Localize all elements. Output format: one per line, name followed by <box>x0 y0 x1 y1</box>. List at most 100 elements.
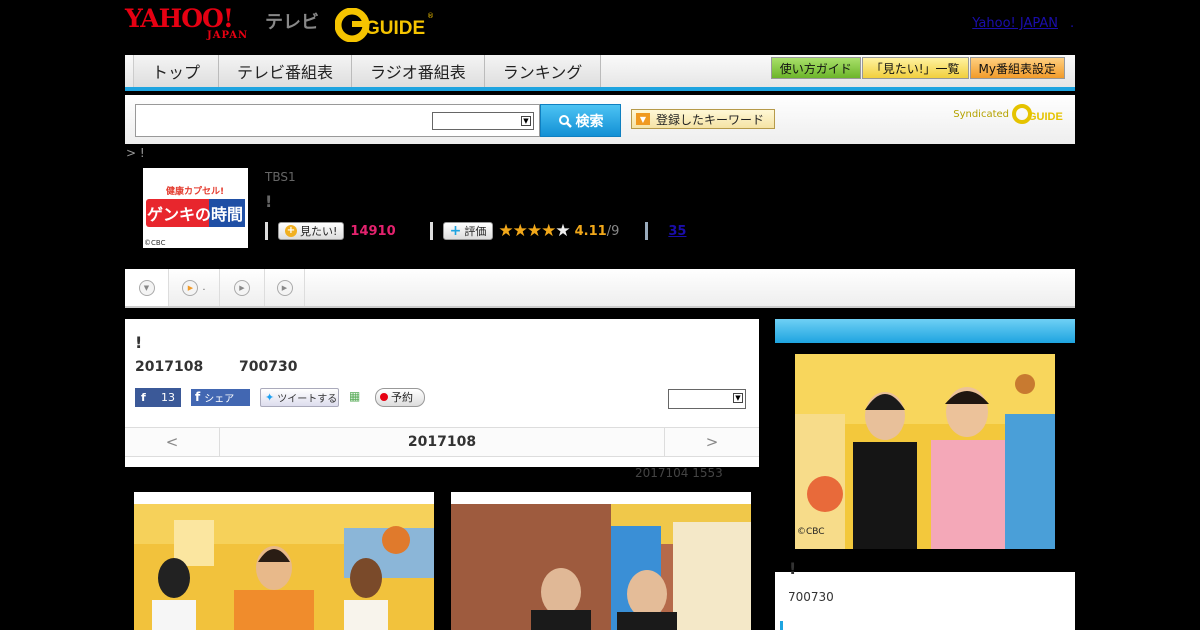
sidebar-photo-image: ©CBC <box>795 354 1055 549</box>
breadcrumb: > ! <box>126 146 145 160</box>
program-channel: TBS1 <box>265 170 296 184</box>
my-schedule-settings-button[interactable]: My番組表設定 <box>969 57 1065 79</box>
link-suffix: . <box>1070 16 1075 31</box>
episode-date: 2017108 <box>135 359 204 375</box>
previous-date-button[interactable]: < <box>125 428 220 456</box>
divider <box>429 222 433 240</box>
current-date-label: 2017108 <box>407 434 477 450</box>
nav-tab-top[interactable]: トップ <box>134 55 220 87</box>
yahoo-japan-label: JAPAN <box>207 30 249 41</box>
update-timestamp: 2017104 1553 <box>635 466 723 480</box>
facebook-share-button[interactable]: f シェア <box>191 388 250 406</box>
record-dot-icon <box>380 393 388 401</box>
facebook-icon: f <box>195 390 201 404</box>
subtab-second[interactable]: ▶ . <box>169 269 220 306</box>
star-empty-icon: ★ <box>555 221 570 241</box>
sidebar-photo[interactable]: ©CBC <box>795 354 1055 549</box>
sidebar-program-time: 700730 <box>788 590 834 604</box>
nav-tab-tv-schedule[interactable]: テレビ番組表 <box>219 55 353 87</box>
gguide-small-logo-text: GUIDE <box>1028 111 1063 123</box>
sidebar: ©CBC ! 700730 <box>775 319 1075 630</box>
search-bar: ▼ 検索 ▼ 登録したキーワード Syndicated GUIDE <box>125 95 1075 144</box>
plus-icon: + <box>285 225 297 237</box>
registered-keyword-button[interactable]: ▼ 登録したキーワード <box>631 109 775 129</box>
reserve-label: 予約 <box>391 391 413 404</box>
star-filled-icon: ★ <box>541 221 556 241</box>
gguide-logo-text: GUIDE <box>365 18 425 39</box>
rate-button[interactable]: + 評価 <box>442 222 494 240</box>
want-to-watch-label: 見たい! <box>300 225 338 238</box>
sidebar-header <box>775 319 1075 343</box>
sidebar-photo-frame: ©CBC <box>775 343 1075 572</box>
facebook-count-button[interactable]: f 13 <box>135 387 181 407</box>
search-button[interactable]: 検索 <box>540 104 621 137</box>
program-thumbnail: 健康カプセル! ゲンキの時間 ©CBC <box>143 168 248 248</box>
guide-button[interactable]: 使い方ガイド <box>770 57 861 79</box>
thumb-title: ゲンキの時間 <box>147 205 243 224</box>
gguide-small-logo: GUIDE <box>1012 104 1063 124</box>
program-stats: + 見たい! 14910 + 評価 ★★★★★ 4.11 /9 35 <box>265 220 686 242</box>
sidebar-photo-credit: ©CBC <box>797 527 825 537</box>
thumb-credit: ©CBC <box>144 239 166 247</box>
episode-time: 700730 <box>239 359 298 375</box>
gguide-logo[interactable]: GUIDE ® <box>335 8 433 42</box>
play-icon: ▶ <box>276 279 293 296</box>
search-button-label: 検索 <box>575 113 604 130</box>
review-count-link[interactable]: 35 <box>668 224 686 239</box>
nav-utility-buttons: 使い方ガイド 「見たい!」一覧 My番組表設定 <box>770 57 1065 79</box>
facebook-icon: f <box>141 390 146 404</box>
twitter-bird-icon: ✦ <box>265 390 275 404</box>
sub-tabs: ▼ ▶ . ▶ ▶ <box>125 269 1075 308</box>
star-filled-icon: ★ <box>526 221 542 241</box>
watchlist-button[interactable]: 「見たい!」一覧 <box>861 57 969 79</box>
plus-icon: + <box>449 223 462 239</box>
thumb-subtitle: 健康カプセル! <box>166 185 224 197</box>
tv-label: テレビ <box>265 12 319 33</box>
rating-stars: ★★★★★ <box>498 221 570 241</box>
svg-text:®: ® <box>427 12 433 20</box>
sidebar-accent-bar <box>780 621 783 630</box>
rating-max: /9 <box>606 223 620 239</box>
program-title: ! <box>265 192 273 211</box>
subtab-third[interactable]: ▶ <box>220 269 265 306</box>
nav-tab-radio-schedule[interactable]: ラジオ番組表 <box>352 55 485 87</box>
rating-value: 4.11 <box>574 223 607 239</box>
divider <box>645 222 649 240</box>
registered-keyword-label: 登録したキーワード <box>656 112 765 127</box>
syndicated-label: Syndicated <box>953 108 1009 120</box>
episode-detail-panel: ! 2017108 700730 f 13 f シェア ✦ ツイートする ▦ 予… <box>125 319 759 467</box>
chevron-down-icon: ▼ <box>521 116 531 126</box>
triangle-down-icon: ▼ <box>636 113 650 125</box>
brand-area: YAHOO! JAPAN テレビ GUIDE ® <box>125 4 445 44</box>
episode-photo-1[interactable] <box>134 492 434 630</box>
search-category-select[interactable]: ▼ <box>432 112 534 130</box>
divider <box>265 222 268 240</box>
reserve-button[interactable]: 予約 <box>375 387 425 407</box>
sidebar-program-title: ! <box>789 559 797 578</box>
episode-select[interactable]: ▼ <box>668 389 746 409</box>
star-filled-icon: ★ <box>498 221 513 241</box>
clip-icon[interactable]: ▦ <box>349 389 365 405</box>
want-to-watch-button[interactable]: + 見たい! <box>278 222 345 240</box>
facebook-share-label: シェア <box>204 393 235 405</box>
subtab-fourth[interactable]: ▶ <box>265 269 305 306</box>
tweet-button[interactable]: ✦ ツイートする <box>260 387 339 407</box>
yahoo-logo[interactable]: YAHOO! <box>125 6 234 32</box>
next-date-button[interactable]: > <box>664 428 759 456</box>
global-nav: トップ テレビ番組表 ラジオ番組表 ランキング 使い方ガイド 「見たい!」一覧 … <box>125 55 1075 91</box>
want-to-watch-count: 14910 <box>350 223 396 239</box>
episode-photo-2[interactable] <box>451 492 751 630</box>
episode-title: ! <box>135 333 143 352</box>
tweet-label: ツイートする <box>277 393 338 405</box>
subtab-second-label: . <box>202 282 206 293</box>
nav-tabs: トップ テレビ番組表 ラジオ番組表 ランキング <box>133 55 602 87</box>
nav-tab-ranking[interactable]: ランキング <box>484 55 602 87</box>
share-row: f 13 f シェア ✦ ツイートする ▦ 予約 <box>135 387 425 407</box>
facebook-count: 13 <box>161 390 175 404</box>
star-filled-icon: ★ <box>512 221 528 241</box>
chevron-down-icon: ▼ <box>138 279 155 296</box>
episode-photo-1-image <box>134 504 434 630</box>
play-icon: ▶ <box>234 279 250 296</box>
yahoo-japan-link[interactable]: Yahoo! JAPAN <box>972 16 1058 31</box>
subtab-broadcast[interactable]: ▼ <box>125 269 169 306</box>
